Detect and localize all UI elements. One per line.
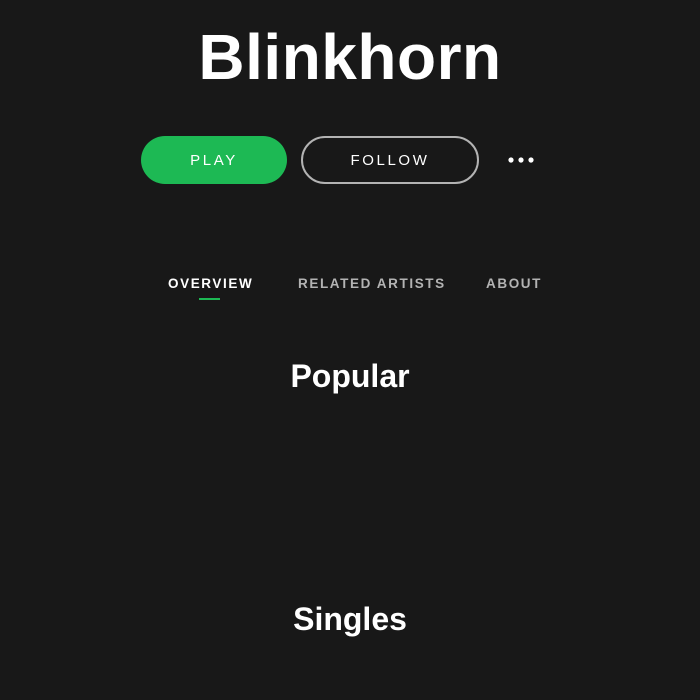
tab-about[interactable]: ABOUT — [486, 274, 542, 294]
artist-tabs: OVERVIEW RELATED ARTISTS ABOUT — [0, 274, 700, 304]
play-button[interactable]: PLAY — [141, 136, 287, 184]
tab-overview[interactable]: OVERVIEW — [168, 274, 253, 294]
section-title-singles: Singles — [293, 601, 407, 637]
active-tab-indicator — [199, 298, 220, 300]
tab-related-artists[interactable]: RELATED ARTISTS — [298, 274, 446, 294]
more-horizontal-icon — [508, 157, 534, 163]
more-options-button[interactable] — [506, 136, 536, 184]
section-title-popular: Popular — [290, 358, 410, 394]
artist-name: Blinkhorn — [198, 21, 502, 93]
follow-button[interactable]: FOLLOW — [301, 136, 479, 184]
artist-actions: PLAY FOLLOW — [141, 136, 536, 184]
